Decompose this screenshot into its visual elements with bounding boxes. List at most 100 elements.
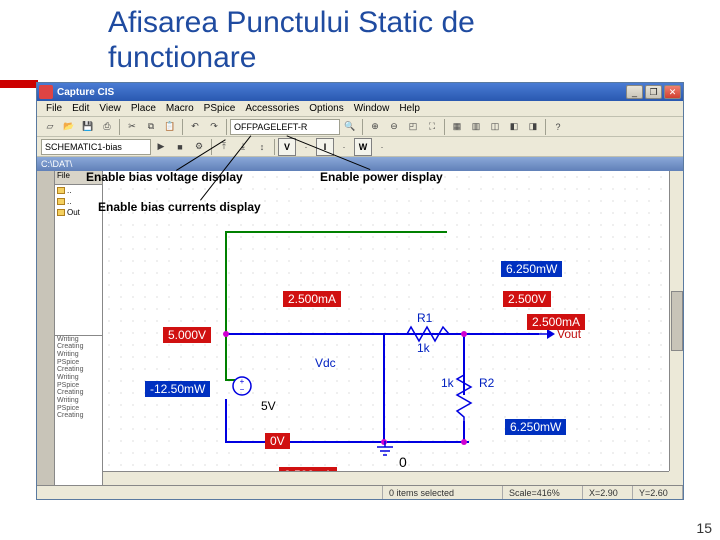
tree-item[interactable]: .. bbox=[55, 196, 102, 207]
menu-edit[interactable]: Edit bbox=[67, 103, 94, 114]
tb-i-sub-icon[interactable]: · bbox=[335, 138, 353, 156]
tb-copy-icon[interactable]: ⧉ bbox=[142, 118, 160, 136]
ground-symbol[interactable] bbox=[375, 441, 395, 465]
slide-title-line2: functionare bbox=[108, 41, 475, 76]
tb-sim-run-icon[interactable]: ▶ bbox=[152, 138, 170, 156]
val-power-top: 6.250mW bbox=[501, 261, 562, 277]
maximize-button[interactable]: ❐ bbox=[645, 85, 662, 99]
tb-redo-icon[interactable]: ↷ bbox=[205, 118, 223, 136]
scrollbar-vertical[interactable] bbox=[669, 171, 683, 471]
val-voltage-src: 5.000V bbox=[163, 327, 211, 343]
label-vout: Vout bbox=[557, 327, 581, 341]
scroll-thumb[interactable] bbox=[671, 291, 683, 351]
bias-voltage-button[interactable]: V bbox=[278, 138, 296, 156]
app-window: Capture CIS _ ❐ ✕ File Edit View Place M… bbox=[36, 82, 684, 500]
tree-item[interactable]: Out bbox=[55, 207, 102, 218]
folder-icon bbox=[57, 198, 65, 205]
tb-open-icon[interactable]: 📂 bbox=[60, 118, 78, 136]
node bbox=[223, 331, 229, 337]
callout-voltage: Enable bias voltage display bbox=[86, 170, 243, 184]
bias-power-button[interactable]: W bbox=[354, 138, 372, 156]
tb-help-icon[interactable]: ? bbox=[549, 118, 567, 136]
menu-macro[interactable]: Macro bbox=[161, 103, 199, 114]
tb-sep bbox=[545, 119, 546, 135]
wire bbox=[225, 399, 227, 442]
callout-current: Enable bias currents display bbox=[98, 200, 261, 214]
schematic-combo[interactable]: SCHEMATIC1-bias bbox=[41, 139, 151, 155]
folder-icon bbox=[57, 209, 65, 216]
tb-cut-icon[interactable]: ✂ bbox=[123, 118, 141, 136]
tb-zoomin-icon[interactable]: ⊕ bbox=[366, 118, 384, 136]
session-log: WritingCreatingWriting PSpiceCreatingWri… bbox=[55, 336, 102, 486]
tb-paste-icon[interactable]: 📋 bbox=[161, 118, 179, 136]
minimize-button[interactable]: _ bbox=[626, 85, 643, 99]
tb-sep bbox=[444, 119, 445, 135]
wire bbox=[225, 333, 385, 335]
tb-misc4-icon[interactable]: ◧ bbox=[505, 118, 523, 136]
node bbox=[461, 331, 467, 337]
label-r2-val: 1k bbox=[441, 376, 454, 390]
toolbar-1: ▱ 📂 💾 ⎙ ✂ ⧉ 📋 ↶ ↷ OFFPAGELEFT-R 🔍 ⊕ ⊖ ◰ … bbox=[37, 117, 683, 137]
callout-power: Enable power display bbox=[320, 170, 443, 184]
close-button[interactable]: ✕ bbox=[664, 85, 681, 99]
slide-title: Afisarea Punctului Static de functionare bbox=[108, 6, 475, 75]
project-tree[interactable]: .. .. Out bbox=[55, 185, 102, 336]
window-title: Capture CIS bbox=[57, 87, 624, 98]
tb-misc3-icon[interactable]: ◫ bbox=[486, 118, 504, 136]
tree-item[interactable]: .. bbox=[55, 185, 102, 196]
wire bbox=[383, 333, 385, 441]
tb-undo-icon[interactable]: ↶ bbox=[186, 118, 204, 136]
subwindow-title: C:\DAT\ bbox=[41, 159, 72, 169]
tb-zoomout-icon[interactable]: ⊖ bbox=[385, 118, 403, 136]
label-vdc-val: 5V bbox=[261, 399, 276, 413]
menu-window[interactable]: Window bbox=[349, 103, 395, 114]
body-area: File .. .. Out WritingCreatingWriting PS… bbox=[37, 171, 683, 485]
label-r1-val: 1k bbox=[417, 341, 430, 355]
svg-text:−: − bbox=[240, 385, 245, 394]
tb-sim-stop-icon[interactable]: ■ bbox=[171, 138, 189, 156]
status-x: X=2.90 bbox=[583, 486, 633, 499]
val-power-bottom: 6.250mW bbox=[505, 419, 566, 435]
tb-print-icon[interactable]: ⎙ bbox=[98, 118, 116, 136]
label-vdc: Vdc bbox=[315, 356, 336, 370]
node bbox=[461, 439, 467, 445]
status-scale: Scale=416% bbox=[503, 486, 583, 499]
schematic-canvas[interactable]: +− 6.250mW bbox=[103, 171, 669, 471]
status-blank bbox=[37, 486, 383, 499]
voltage-source[interactable]: +− bbox=[231, 375, 255, 401]
menu-place[interactable]: Place bbox=[126, 103, 161, 114]
left-panel: File .. .. Out WritingCreatingWriting PS… bbox=[55, 171, 103, 485]
canvas-area: +− 6.250mW bbox=[103, 171, 683, 485]
tb-marker3-icon[interactable]: ↕ bbox=[253, 138, 271, 156]
tb-misc1-icon[interactable]: ▦ bbox=[448, 118, 466, 136]
tb-zoomarea-icon[interactable]: ◰ bbox=[404, 118, 422, 136]
tb-sep bbox=[182, 119, 183, 135]
part-combo[interactable]: OFFPAGELEFT-R bbox=[230, 119, 340, 135]
page-number: 15 bbox=[696, 520, 712, 536]
status-selection: 0 items selected bbox=[383, 486, 503, 499]
statusbar: 0 items selected Scale=416% X=2.90 Y=2.6… bbox=[37, 485, 683, 499]
menu-accessories[interactable]: Accessories bbox=[240, 103, 304, 114]
val-current-r1: 2.500mA bbox=[283, 291, 341, 307]
folder-icon bbox=[57, 187, 65, 194]
val-power-src: -12.50mW bbox=[145, 381, 210, 397]
menu-view[interactable]: View bbox=[94, 103, 126, 114]
menu-file[interactable]: File bbox=[41, 103, 67, 114]
menu-help[interactable]: Help bbox=[394, 103, 425, 114]
label-r2: R2 bbox=[479, 376, 494, 390]
menu-options[interactable]: Options bbox=[304, 103, 348, 114]
slide-title-line1: Afisarea Punctului Static de bbox=[108, 6, 475, 41]
tb-zoomlens-icon[interactable]: 🔍 bbox=[341, 118, 359, 136]
wire bbox=[225, 231, 227, 379]
tb-zoomfit-icon[interactable]: ⛶ bbox=[423, 118, 441, 136]
resistor-r2[interactable] bbox=[455, 369, 473, 423]
tb-save-icon[interactable]: 💾 bbox=[79, 118, 97, 136]
scrollbar-horizontal[interactable] bbox=[103, 471, 669, 485]
tb-misc5-icon[interactable]: ◨ bbox=[524, 118, 542, 136]
tb-sep bbox=[362, 119, 363, 135]
tb-new-icon[interactable]: ▱ bbox=[41, 118, 59, 136]
tb-w-sub-icon[interactable]: · bbox=[373, 138, 391, 156]
menu-pspice[interactable]: PSpice bbox=[199, 103, 241, 114]
tb-misc2-icon[interactable]: ▥ bbox=[467, 118, 485, 136]
val-voltage-gnd: 0V bbox=[265, 433, 290, 449]
